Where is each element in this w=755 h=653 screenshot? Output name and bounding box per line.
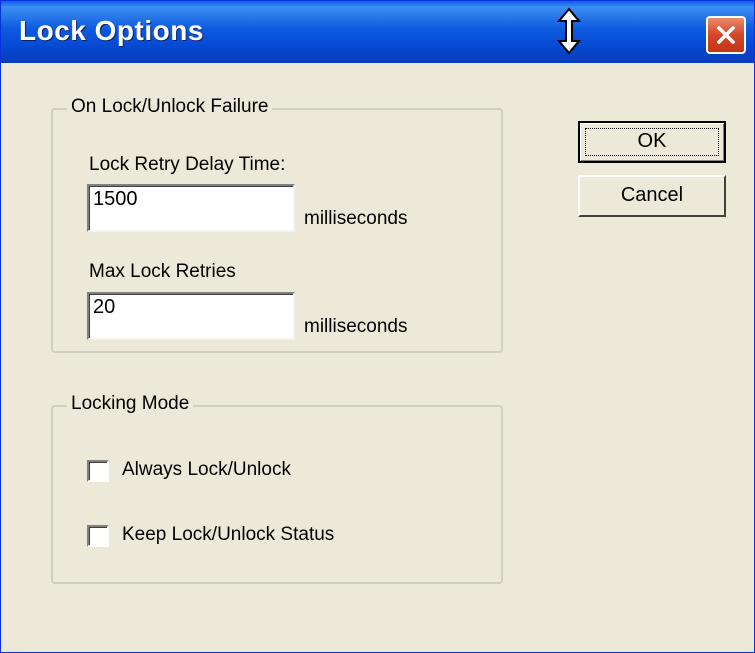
focus-rect (585, 128, 719, 156)
retry-delay-field[interactable] (87, 184, 295, 232)
resize-vertical-cursor-icon (556, 7, 582, 55)
close-icon (717, 26, 735, 44)
max-retries-unit: milliseconds (304, 316, 408, 337)
failure-group-legend: On Lock/Unlock Failure (67, 96, 273, 118)
cancel-button[interactable]: Cancel (578, 175, 726, 217)
max-retries-label: Max Lock Retries (89, 261, 236, 282)
window-title: Lock Options (19, 15, 204, 46)
keep-status-checkbox[interactable] (87, 525, 109, 547)
locking-mode-groupbox: Locking Mode (51, 393, 503, 584)
keep-status-label: Keep Lock/Unlock Status (122, 524, 335, 545)
lock-options-dialog: Lock Options On Lock/Unlock Failure Lock… (0, 0, 755, 653)
always-lock-label: Always Lock/Unlock (122, 459, 291, 480)
retry-delay-label: Lock Retry Delay Time: (89, 154, 286, 175)
max-retries-input[interactable] (89, 294, 287, 321)
locking-mode-legend: Locking Mode (67, 393, 194, 415)
max-retries-field[interactable] (87, 292, 295, 340)
close-button[interactable] (706, 16, 746, 54)
retry-delay-input[interactable] (89, 186, 287, 213)
always-lock-checkbox[interactable] (87, 460, 109, 482)
title-bar[interactable]: Lock Options (1, 1, 754, 63)
retry-delay-unit: milliseconds (304, 208, 408, 229)
cancel-button-label: Cancel (620, 184, 684, 206)
ok-button[interactable]: OK (578, 121, 726, 163)
